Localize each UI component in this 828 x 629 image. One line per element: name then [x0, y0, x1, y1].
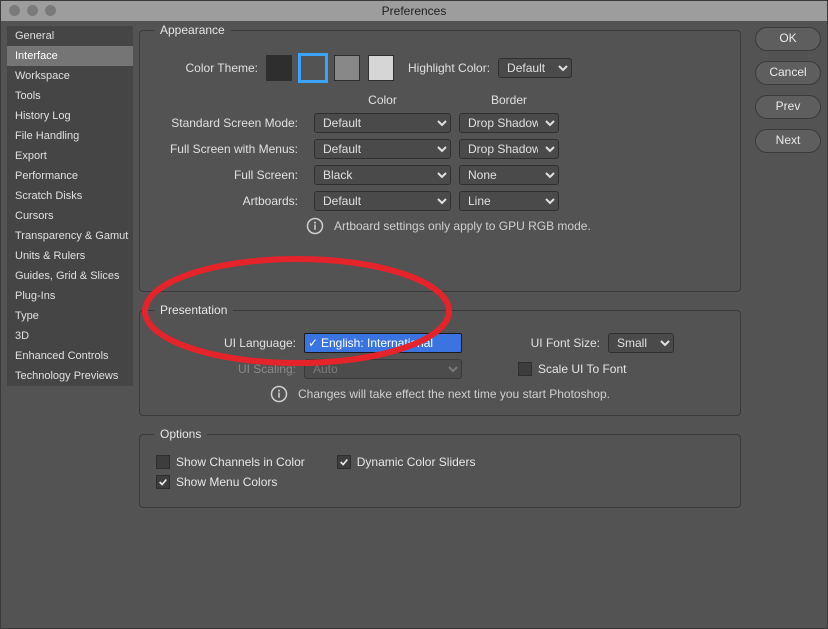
fullscreen-menus-border-select[interactable]: Drop Shadow [459, 139, 559, 159]
color-theme-swatch-1[interactable] [300, 55, 326, 81]
window-controls [9, 5, 56, 17]
ui-font-size-label: UI Font Size: [490, 336, 608, 350]
color-theme-swatch-2[interactable] [334, 55, 360, 81]
sidebar-item-scratch-disks[interactable]: Scratch Disks [7, 186, 133, 206]
artboards-label: Artboards: [156, 194, 306, 208]
appearance-legend: Appearance [154, 23, 231, 37]
sidebar-item-cursors[interactable]: Cursors [7, 206, 133, 226]
show-menu-colors-checkbox[interactable] [156, 475, 170, 489]
color-theme-swatch-0[interactable] [266, 55, 292, 81]
dynamic-sliders-checkbox[interactable] [337, 455, 351, 469]
zoom-window-button[interactable] [45, 5, 56, 16]
fullscreen-border-select[interactable]: None [459, 165, 559, 185]
highlight-color-label: Highlight Color: [408, 61, 498, 75]
close-window-button[interactable] [9, 5, 20, 16]
sidebar-item-transparency-gamut[interactable]: Transparency & Gamut [7, 226, 133, 246]
color-theme-swatch-3[interactable] [368, 55, 394, 81]
fullscreen-label: Full Screen: [156, 168, 306, 182]
standard-screen-label: Standard Screen Mode: [156, 116, 306, 130]
presentation-legend: Presentation [154, 303, 233, 317]
ui-language-label: UI Language: [156, 336, 304, 350]
appearance-group: Appearance Color Theme: Highlight Color:… [139, 30, 741, 292]
sidebar-item-type[interactable]: Type [7, 306, 133, 326]
restart-note-text: Changes will take effect the next time y… [298, 387, 610, 401]
checkmark-icon: ✓ [305, 336, 321, 350]
sidebar-item-workspace[interactable]: Workspace [7, 66, 133, 86]
scale-ui-checkbox[interactable] [518, 362, 532, 376]
presentation-group: Presentation UI Language: ✓ English: Int… [139, 310, 741, 416]
sidebar-item-file-handling[interactable]: File Handling [7, 126, 133, 146]
sidebar-item-technology-previews[interactable]: Technology Previews [7, 366, 133, 386]
fullscreen-menus-color-select[interactable]: Default [314, 139, 451, 159]
preferences-window: Preferences OK Cancel Prev Next GeneralI… [0, 0, 828, 629]
ui-scaling-select: Auto [304, 359, 462, 379]
show-menu-colors-label: Show Menu Colors [176, 475, 277, 489]
sidebar-item-general[interactable]: General [7, 26, 133, 46]
highlight-color-select[interactable]: Default [498, 58, 572, 78]
info-icon [270, 385, 288, 403]
sidebar-item-performance[interactable]: Performance [7, 166, 133, 186]
minimize-window-button[interactable] [27, 5, 38, 16]
sidebar-item-guides-grid-slices[interactable]: Guides, Grid & Slices [7, 266, 133, 286]
artboard-note-text: Artboard settings only apply to GPU RGB … [334, 219, 591, 233]
ui-scaling-label: UI Scaling: [156, 362, 304, 376]
standard-screen-color-select[interactable]: Default [314, 113, 451, 133]
show-channels-checkbox[interactable] [156, 455, 170, 469]
fullscreen-menus-label: Full Screen with Menus: [156, 142, 306, 156]
scale-ui-label: Scale UI To Font [538, 362, 627, 376]
color-theme-swatches [266, 55, 394, 81]
artboards-color-select[interactable]: Default [314, 191, 451, 211]
options-group: Options Show Channels in Color Dynamic C… [139, 434, 741, 508]
window-title: Preferences [382, 4, 447, 18]
dynamic-sliders-label: Dynamic Color Sliders [357, 455, 476, 469]
sidebar-item-plug-ins[interactable]: Plug-Ins [7, 286, 133, 306]
options-legend: Options [154, 427, 207, 441]
sidebar-item-3d[interactable]: 3D [7, 326, 133, 346]
sidebar-item-tools[interactable]: Tools [7, 86, 133, 106]
sidebar-item-history-log[interactable]: History Log [7, 106, 133, 126]
artboards-border-select[interactable]: Line [459, 191, 559, 211]
ui-language-select[interactable]: ✓ English: International [304, 333, 462, 353]
category-sidebar: GeneralInterfaceWorkspaceToolsHistory Lo… [7, 26, 133, 386]
ui-font-size-select[interactable]: Small [608, 333, 674, 353]
sidebar-item-enhanced-controls[interactable]: Enhanced Controls [7, 346, 133, 366]
standard-screen-border-select[interactable]: Drop Shadow [459, 113, 559, 133]
sidebar-item-export[interactable]: Export [7, 146, 133, 166]
color-theme-label: Color Theme: [156, 61, 266, 75]
sidebar-item-units-rulers[interactable]: Units & Rulers [7, 246, 133, 266]
show-channels-label: Show Channels in Color [176, 455, 305, 469]
info-icon [306, 217, 324, 235]
ui-language-value: English: International [321, 336, 433, 350]
sidebar-item-interface[interactable]: Interface [7, 46, 133, 66]
title-bar: Preferences [1, 1, 827, 21]
color-column-header: Color [314, 93, 451, 107]
border-column-header: Border [459, 93, 559, 107]
fullscreen-color-select[interactable]: Black [314, 165, 451, 185]
